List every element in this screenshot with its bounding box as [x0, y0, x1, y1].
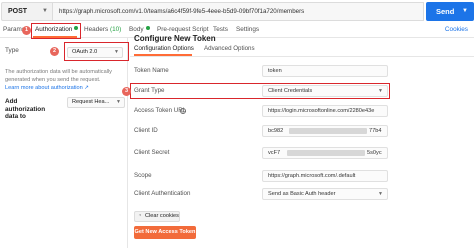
active-dot-icon [145, 26, 150, 30]
annotation-badge-3: 3 [122, 87, 131, 96]
request-bar: POST ▼ https://graph.microsoft.com/v1.0/… [0, 0, 474, 24]
client-id-label: Client ID [134, 127, 158, 134]
client-authentication-label: Client Authentication [134, 190, 191, 197]
tab-body[interactable]: Body [129, 26, 150, 33]
access-token-url-label: Access Token URL [134, 107, 187, 114]
configure-token-heading: Configure New Token [134, 34, 216, 43]
auth-sidebar: Type OAuth 2.0 ▼ The authorization data … [0, 38, 125, 248]
tab-headers[interactable]: Headers (10) [84, 26, 121, 33]
subtab-divider [130, 56, 474, 57]
get-new-access-token-button[interactable]: Get New Access Token [134, 226, 196, 239]
type-label: Type [5, 47, 19, 54]
panel-divider [127, 38, 128, 248]
send-button[interactable]: Send ▼ [426, 2, 474, 21]
cookie-icon: ◔ [138, 213, 142, 219]
client-authentication-value: Send as Basic Auth header [268, 191, 336, 197]
token-name-label: Token Name [134, 67, 169, 74]
client-secret-label: Client Secret [134, 149, 170, 156]
client-id-prefix: bc982 [268, 128, 284, 134]
client-secret-input[interactable]: vcF7 5s0yc [262, 147, 388, 159]
add-auth-to-value: Request Hea... [72, 99, 110, 105]
tab-settings[interactable]: Settings [236, 26, 259, 33]
add-auth-to-select[interactable]: Request Hea... ▼ [67, 97, 125, 108]
client-id-suffix: 77b4 [369, 128, 382, 134]
subtab-configuration-options[interactable]: Configuration Options [134, 45, 194, 52]
chevron-down-icon: ▼ [42, 8, 48, 14]
annotation-box-type [64, 42, 129, 61]
learn-more-link[interactable]: Learn more about authorization ↗ [5, 85, 89, 91]
redacted-value [287, 150, 365, 156]
annotation-box-grant-type [130, 83, 390, 99]
method-select[interactable]: POST ▼ [1, 2, 53, 21]
scope-input[interactable]: https://graph.microsoft.com/.default [262, 170, 388, 182]
chevron-down-icon[interactable]: ▼ [462, 2, 468, 21]
tab-tests[interactable]: Tests [213, 26, 228, 33]
client-authentication-select[interactable]: Send as Basic Auth header ▼ [262, 188, 388, 200]
info-icon[interactable]: i [180, 108, 186, 114]
url-input[interactable]: https://graph.microsoft.com/v1.0/teams/a… [53, 2, 424, 21]
client-secret-suffix: 5s0yc [367, 150, 382, 156]
auth-note: The authorization data will be automatic… [5, 69, 112, 83]
chevron-down-icon: ▼ [116, 99, 121, 105]
redacted-value [289, 128, 367, 134]
annotation-badge-1: 1 [22, 26, 31, 35]
access-token-url-input[interactable]: https://login.microsoftonline.com/2280e4… [262, 105, 388, 117]
annotation-box-authorization [31, 23, 81, 39]
method-value: POST [8, 8, 28, 15]
annotation-badge-2: 2 [50, 47, 59, 56]
add-auth-to-label: Add authorization data to [5, 98, 46, 121]
subtab-advanced-options[interactable]: Advanced Options [204, 45, 255, 52]
clear-cookies-button[interactable]: ◔ Clear cookies [134, 211, 180, 222]
tab-pre-request-script[interactable]: Pre-request Script [157, 26, 209, 33]
headers-count: (10) [109, 26, 122, 33]
token-name-input[interactable]: token [262, 65, 388, 77]
client-id-input[interactable]: bc982 77b4 [262, 125, 388, 137]
clear-cookies-label: Clear cookies [145, 213, 179, 219]
client-secret-prefix: vcF7 [268, 150, 281, 156]
cookies-link[interactable]: Cookies [445, 26, 468, 33]
tab-body-label: Body [129, 26, 144, 33]
scope-label: Scope [134, 172, 152, 179]
tab-headers-label: Headers [84, 26, 109, 33]
send-label: Send [436, 7, 455, 16]
chevron-down-icon: ▼ [378, 191, 383, 197]
